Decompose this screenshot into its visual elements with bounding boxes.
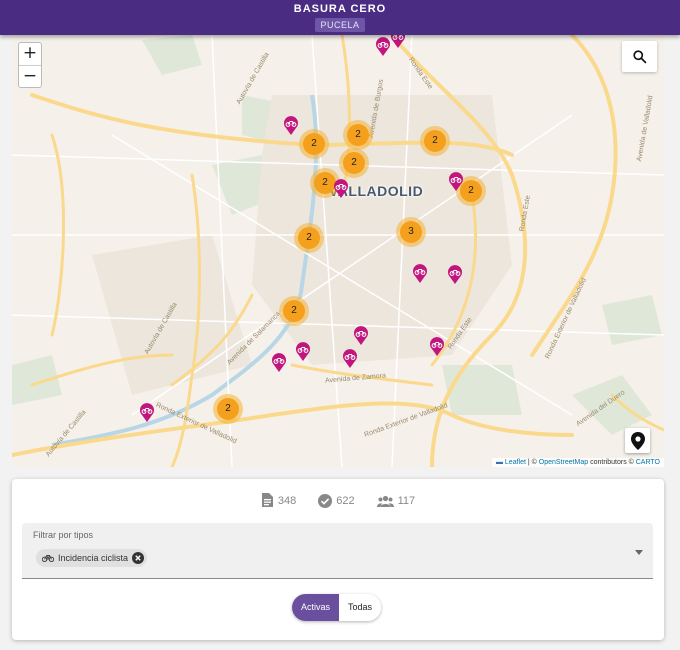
resolved-count: 622 [336, 494, 355, 507]
marker-cluster[interactable]: 2 [213, 394, 243, 424]
marker-cluster[interactable]: 3 [396, 217, 426, 247]
filter-chip-label: Incidencia ciclista [58, 553, 129, 563]
marker-cluster[interactable]: 2 [299, 129, 329, 159]
bicycle-pin-icon[interactable] [353, 326, 369, 345]
bicycle-pin-icon[interactable] [390, 35, 406, 48]
bicycle-pin-icon[interactable] [271, 353, 287, 372]
bicycle-pin-icon[interactable] [448, 172, 464, 191]
attribution-separator: | © [525, 459, 539, 466]
map[interactable]: + − VALLADOLID Autovía de Castilla Aveni… [12, 35, 664, 467]
marker-cluster[interactable]: 2 [279, 296, 309, 326]
active-toggle-button[interactable]: Activas [292, 594, 340, 621]
leaflet-link[interactable]: Leaflet [505, 459, 526, 466]
app-title: BASURA CERO [293, 3, 387, 15]
search-icon [633, 50, 647, 64]
document-icon [261, 493, 273, 507]
bicycle-pin-icon[interactable] [412, 264, 428, 283]
bicycle-pin-icon[interactable] [283, 116, 299, 135]
users-count: 117 [397, 494, 416, 507]
attribution-contributors: contributors © [588, 459, 636, 466]
map-search-button[interactable] [622, 41, 657, 72]
dropdown-caret-icon[interactable] [635, 550, 643, 555]
all-toggle-button[interactable]: Todas [339, 594, 382, 621]
map-attribution: ▬ Leaflet | © OpenStreetMap contributors… [491, 458, 664, 467]
carto-link[interactable]: CARTO [636, 459, 660, 466]
zoom-control: + − [18, 42, 42, 88]
filter-chip: Incidencia ciclista [36, 549, 148, 567]
documents-stat: 348 [261, 493, 296, 508]
map-tiles [12, 35, 664, 467]
filter-label: Filtrar por tipos [33, 530, 94, 540]
location-pin-icon [630, 431, 645, 450]
marker-cluster[interactable]: 2 [339, 148, 369, 178]
bicycle-pin-icon[interactable] [295, 342, 311, 361]
zoom-out-button[interactable]: − [19, 65, 41, 87]
bicycle-pin-icon[interactable] [447, 265, 463, 284]
bicycle-pin-icon[interactable] [342, 349, 358, 368]
type-filter-select[interactable]: Filtrar por tipos Incidencia ciclista [22, 523, 653, 579]
city-badge[interactable]: PUCELA [315, 18, 365, 32]
documents-count: 348 [277, 494, 297, 507]
resolved-stat: 622 [318, 493, 355, 508]
zoom-in-button[interactable]: + [19, 43, 41, 65]
filter-panel: 348 622 117 Filtrar por tipos Incidencia… [12, 479, 664, 640]
stats-row: 348 622 117 [12, 493, 664, 508]
users-stat: 117 [376, 493, 416, 508]
marker-cluster[interactable]: 2 [294, 223, 324, 253]
osm-link[interactable]: OpenStreetMap [539, 459, 588, 466]
bicycle-icon [42, 555, 54, 562]
bicycle-pin-icon[interactable] [375, 37, 391, 56]
status-toggle: Activas Todas [292, 594, 382, 621]
bicycle-pin-icon[interactable] [139, 403, 155, 422]
my-location-button[interactable] [625, 428, 650, 453]
check-circle-icon [318, 493, 333, 508]
bicycle-pin-icon[interactable] [429, 337, 445, 356]
bicycle-pin-icon[interactable] [333, 179, 349, 198]
marker-cluster[interactable]: 2 [343, 120, 373, 150]
chip-remove-icon[interactable] [132, 552, 145, 564]
marker-cluster[interactable]: 2 [420, 126, 450, 156]
app-bar: BASURA CERO PUCELA [0, 0, 680, 35]
people-icon [376, 495, 394, 507]
